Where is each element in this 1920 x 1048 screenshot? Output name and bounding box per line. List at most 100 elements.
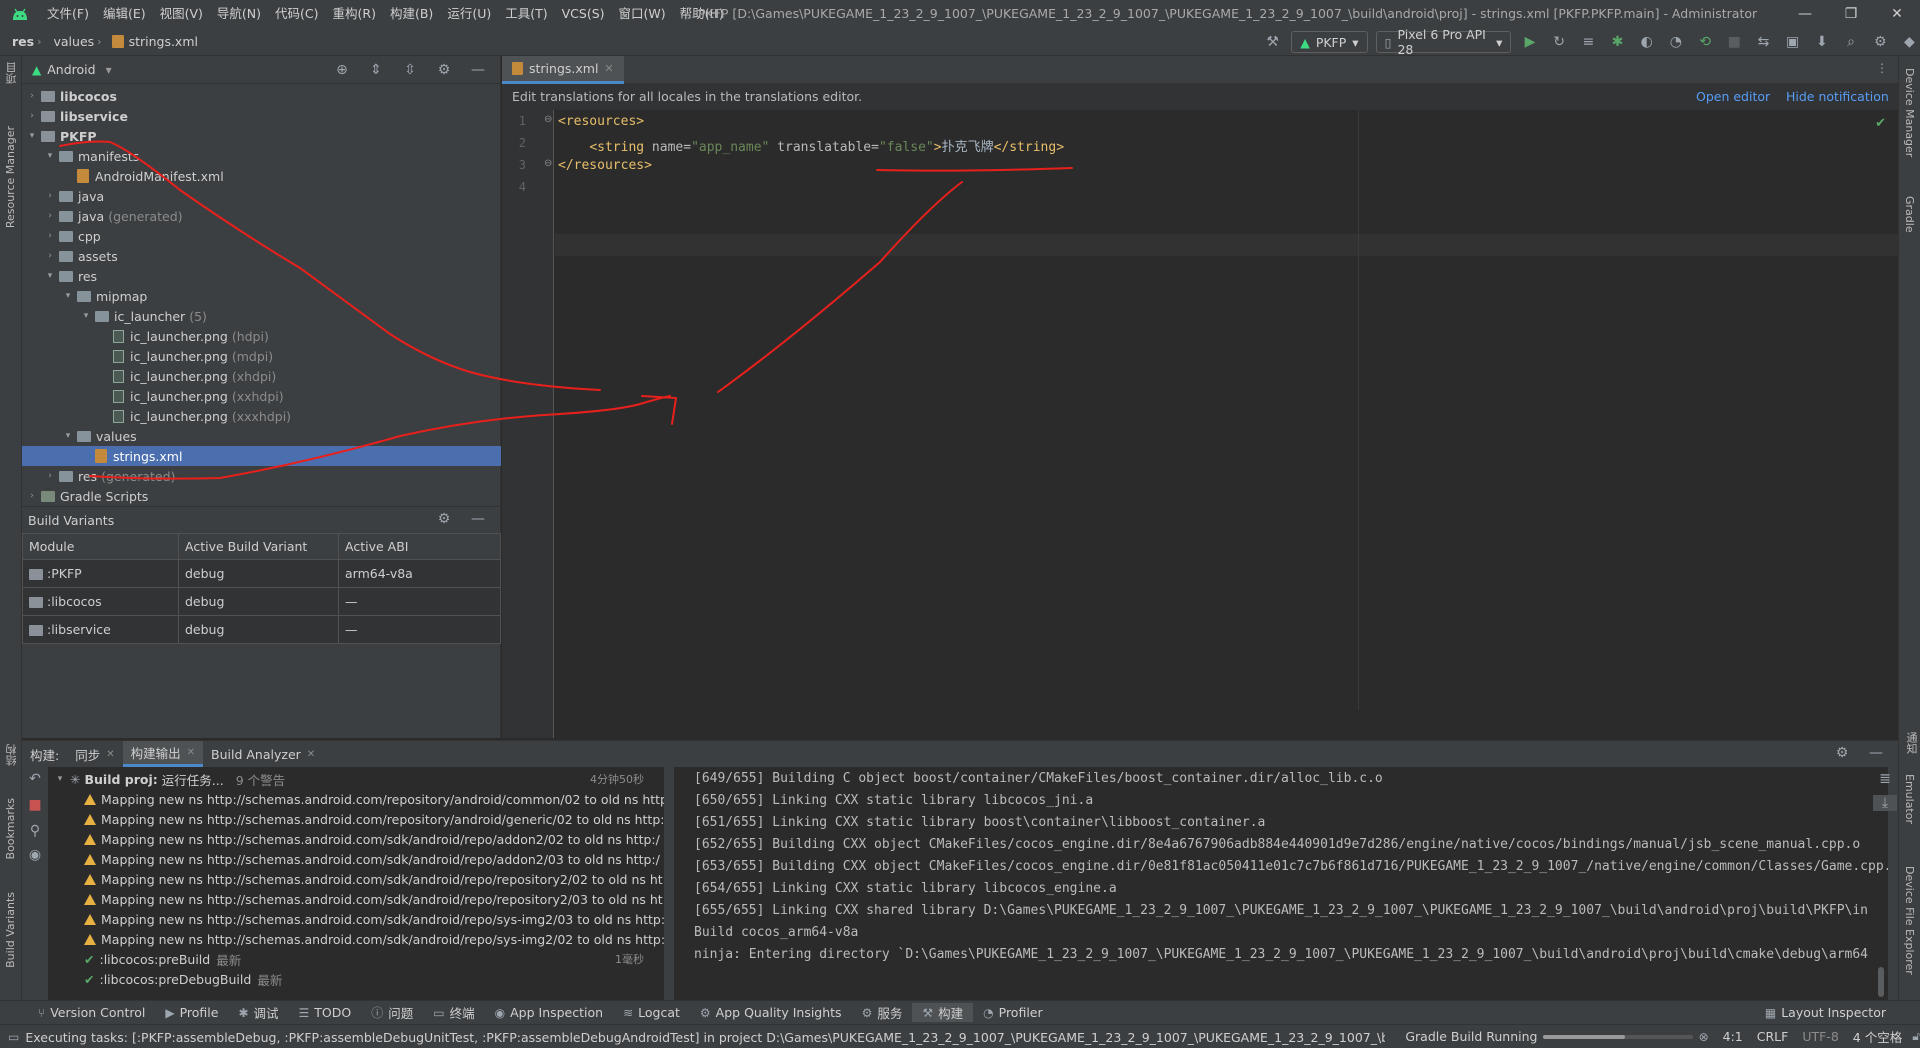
chevron-right-icon[interactable]: › <box>26 111 38 121</box>
stop-icon[interactable]: ■ <box>1724 34 1745 50</box>
warning-row[interactable]: Mapping new ns http://schemas.android.co… <box>48 869 664 889</box>
menu-item[interactable]: 窗口(W) <box>612 0 673 28</box>
chevron-right-icon[interactable]: › <box>26 491 38 501</box>
build-variant-cell[interactable]: debug <box>178 559 339 588</box>
table-row[interactable]: :libservice debug — <box>22 615 501 644</box>
sdk-manager-icon[interactable]: ⬇ <box>1811 34 1832 50</box>
build-root-row[interactable]: ▾ ✳ Build proj: 运行任务... 9 个警告 4分钟50秒 <box>48 769 664 789</box>
warning-row[interactable]: Mapping new ns http://schemas.android.co… <box>48 809 664 829</box>
chevron-right-icon[interactable]: › <box>26 91 38 101</box>
tree-item[interactable]: ▾ manifests <box>22 146 501 166</box>
tab-build-output[interactable]: 构建输出 ✕ <box>122 741 204 767</box>
breadcrumb-strings-xml[interactable]: strings.xml <box>124 34 201 49</box>
warning-row[interactable]: Mapping new ns http://schemas.android.co… <box>48 909 664 929</box>
warning-row[interactable]: Mapping new ns http://schemas.android.co… <box>48 829 664 849</box>
locate-icon[interactable]: ⊕ <box>330 62 354 78</box>
open-editor-link[interactable]: Open editor <box>1696 89 1770 104</box>
menu-item[interactable]: 导航(N) <box>210 0 268 28</box>
chevron-right-icon[interactable]: › <box>44 211 56 221</box>
tree-item[interactable]: ▾ res <box>22 266 501 286</box>
breadcrumb-res[interactable]: res <box>0 34 37 49</box>
indent-setting[interactable]: 4 个空格 <box>1853 1027 1902 1046</box>
tree-item[interactable]: ▾ PKFP <box>22 126 501 146</box>
code-line-1[interactable]: <resources> <box>558 114 644 129</box>
hide-icon[interactable]: — <box>466 511 490 527</box>
warning-row[interactable]: Mapping new ns http://schemas.android.co… <box>48 889 664 909</box>
column-header-module[interactable]: Module <box>22 533 179 560</box>
hide-icon[interactable]: — <box>1864 745 1888 761</box>
hammer-icon[interactable]: ⚒ <box>1262 34 1283 50</box>
tree-item[interactable]: ic_launcher.png (xxhdpi) <box>22 386 501 406</box>
line-separator[interactable]: CRLF <box>1757 1029 1789 1044</box>
device-select[interactable]: ▯ Pixel 6 Pro API 28 ▾ <box>1375 27 1512 57</box>
tree-item[interactable]: ic_launcher.png (hdpi) <box>22 326 501 346</box>
status-toggle-icon[interactable]: ▭ <box>0 1030 25 1044</box>
apply-changes-icon[interactable]: ≡ <box>1578 34 1599 50</box>
close-tab-icon[interactable]: ✕ <box>307 749 315 760</box>
tool-button[interactable]: ✱ 调试 <box>228 1003 288 1022</box>
abi-cell[interactable]: — <box>338 587 501 616</box>
column-header-active-build-variant[interactable]: Active Build Variant <box>178 533 339 560</box>
chevron-down-icon[interactable]: ▾ <box>62 291 74 301</box>
column-header-active-abi[interactable]: Active ABI <box>338 533 501 560</box>
resource-manager-tool-tab[interactable]: Resource Manager <box>4 126 17 228</box>
build-variant-cell[interactable]: debug <box>178 615 339 644</box>
debug-icon[interactable]: ✱ <box>1607 34 1628 50</box>
build-variant-cell[interactable]: debug <box>178 587 339 616</box>
warning-row[interactable]: Mapping new ns http://schemas.android.co… <box>48 929 664 949</box>
ide-update-icon[interactable]: ◆ <box>1899 34 1920 50</box>
chevron-right-icon[interactable]: › <box>44 191 56 201</box>
rerun-icon[interactable]: ↻ <box>1549 34 1570 50</box>
menu-item[interactable]: VCS(S) <box>555 0 612 28</box>
tree-item[interactable]: ic_launcher.png (xhdpi) <box>22 366 501 386</box>
tree-item[interactable]: ▾ values <box>22 426 501 446</box>
tool-button[interactable]: ≋ Logcat <box>613 1005 690 1020</box>
structure-tool-tab[interactable]: 结构 <box>4 744 20 766</box>
expand-all-icon[interactable]: ⇕ <box>364 62 388 78</box>
gear-icon[interactable]: ⚙ <box>432 511 456 527</box>
hide-icon[interactable]: — <box>466 62 490 78</box>
gear-icon[interactable]: ⚙ <box>1830 745 1854 761</box>
soft-wrap-icon[interactable]: ≣ <box>1873 771 1897 787</box>
tool-button[interactable]: ▭ 终端 <box>423 1003 484 1022</box>
project-tool-tab[interactable]: 项目 <box>4 62 20 84</box>
gradle-sync-icon[interactable]: ⟲ <box>1695 34 1716 50</box>
chevron-down-icon[interactable]: ▾ <box>26 131 38 141</box>
chevron-down-icon[interactable]: ▾ <box>106 63 112 77</box>
menu-item[interactable]: 构建(B) <box>383 0 440 28</box>
status-message[interactable]: Executing tasks: [:PKFP:assembleDebug, :… <box>25 1027 1385 1046</box>
code-line-2[interactable]: <string name="app_name" translatable="fa… <box>558 136 1064 155</box>
table-row[interactable]: :PKFP debug arm64-v8a <box>22 559 501 588</box>
tree-item[interactable]: ▾ mipmap <box>22 286 501 306</box>
settings-icon[interactable]: ⚙ <box>1870 34 1891 50</box>
notifications-tool-tab[interactable]: 通知 <box>1903 732 1919 754</box>
restart-icon[interactable]: ↶ <box>23 771 47 787</box>
table-row[interactable]: :libcocos debug — <box>22 587 501 616</box>
breadcrumb-values[interactable]: values <box>42 34 98 49</box>
menu-item[interactable]: 工具(T) <box>498 0 554 28</box>
task-row[interactable]: ✔:libcocos:preDebugBuild 最新 <box>48 969 664 989</box>
tool-button[interactable]: ⚙ App Quality Insights <box>690 1005 852 1020</box>
collapse-all-icon[interactable]: ⇳ <box>398 62 422 78</box>
bookmarks-tool-tab[interactable]: Bookmarks <box>4 798 17 859</box>
tree-item[interactable]: AndroidManifest.xml <box>22 166 501 186</box>
profile-icon[interactable]: ◔ <box>1665 34 1686 50</box>
chevron-right-icon[interactable]: › <box>44 251 56 261</box>
sync-project-icon[interactable]: ⇆ <box>1753 34 1774 50</box>
project-view-select[interactable]: Android <box>47 62 95 77</box>
tab-sync[interactable]: 同步 ✕ <box>67 741 122 767</box>
task-row[interactable]: ✔:libcocos:preBuild 最新 1毫秒 <box>48 949 664 969</box>
tool-button[interactable]: ⚙ 服务 <box>852 1003 913 1022</box>
warning-row[interactable]: Mapping new ns http://schemas.android.co… <box>48 849 664 869</box>
abi-cell[interactable]: arm64-v8a <box>338 559 501 588</box>
tool-button[interactable]: ☰ TODO <box>289 1005 362 1020</box>
tree-item[interactable]: › cpp <box>22 226 501 246</box>
chevron-down-icon[interactable]: ▾ <box>80 311 92 321</box>
menu-item[interactable]: 编辑(E) <box>96 0 153 28</box>
gear-icon[interactable]: ⚙ <box>432 62 456 78</box>
tree-item[interactable]: ▾ ic_launcher (5) <box>22 306 501 326</box>
more-tabs-icon[interactable]: ⋮ <box>1876 61 1888 75</box>
attach-debugger-icon[interactable]: ◐ <box>1636 34 1657 50</box>
tree-item[interactable]: ic_launcher.png (mdpi) <box>22 346 501 366</box>
tool-button[interactable]: ◉ App Inspection <box>485 1005 613 1020</box>
